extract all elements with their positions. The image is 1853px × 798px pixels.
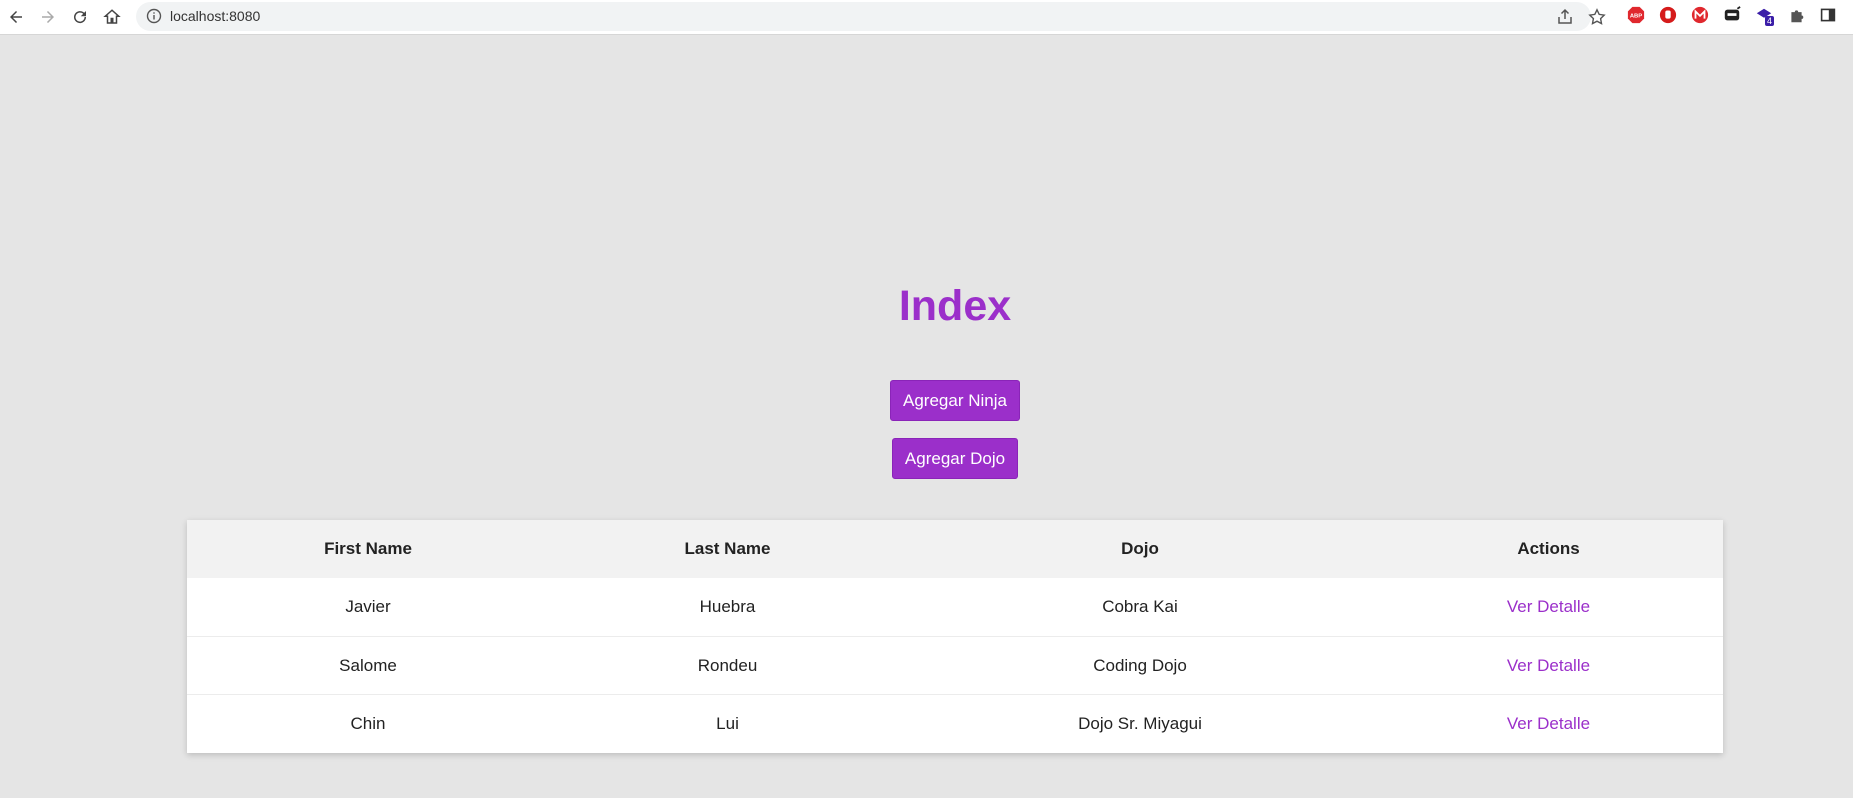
add-ninja-button[interactable]: Agregar Ninja — [890, 380, 1020, 421]
table-header: First Name Last Name Dojo Actions — [187, 520, 1723, 578]
home-icon[interactable] — [100, 5, 124, 29]
ninjas-table: First Name Last Name Dojo Actions Javier… — [187, 520, 1723, 753]
badge-extension-icon[interactable]: 4 — [1754, 5, 1775, 26]
mail-extension-icon[interactable] — [1690, 5, 1710, 25]
first-name-cell: Javier — [345, 597, 391, 616]
table-row: Chin Lui Dojo Sr. Miyagui Ver Detalle — [187, 694, 1723, 752]
column-header-actions: Actions — [1517, 539, 1580, 558]
abp-icon[interactable]: ABP — [1626, 5, 1646, 25]
forward-icon[interactable] — [36, 5, 60, 29]
ninja-extension-icon[interactable] — [1722, 5, 1742, 25]
view-detail-link[interactable]: Ver Detalle — [1507, 656, 1590, 675]
column-header-last-name: Last Name — [684, 539, 771, 558]
last-name-cell: Rondeu — [697, 655, 758, 675]
last-name-cell: Huebra — [699, 597, 756, 616]
page-title: Index — [898, 282, 1012, 330]
dojo-cell: Coding Dojo — [1093, 655, 1187, 675]
table-body: Javier Huebra Cobra Kai Ver Detalle Salo… — [187, 578, 1723, 752]
sidebar-icon[interactable] — [1818, 5, 1838, 25]
dojo-cell: Dojo Sr. Miyagui — [1078, 713, 1202, 733]
bookmark-star-icon[interactable] — [1588, 8, 1606, 26]
extension-badge-count: 4 — [1765, 16, 1775, 26]
stop-extension-icon[interactable] — [1658, 5, 1678, 25]
table-row: Javier Huebra Cobra Kai Ver Detalle — [187, 578, 1723, 636]
svg-text:ABP: ABP — [1630, 14, 1642, 20]
first-name-cell: Salome — [339, 655, 397, 675]
back-icon[interactable] — [4, 5, 28, 29]
column-header-dojo: Dojo — [1121, 539, 1159, 558]
view-detail-link[interactable]: Ver Detalle — [1507, 714, 1590, 733]
share-icon[interactable] — [1556, 8, 1574, 26]
last-name-cell: Lui — [716, 713, 739, 733]
url-text: localhost:8080 — [170, 8, 261, 24]
dojo-cell: Cobra Kai — [1102, 597, 1178, 616]
column-header-first-name: First Name — [324, 539, 412, 558]
add-dojo-button[interactable]: Agregar Dojo — [892, 438, 1018, 479]
address-bar[interactable]: localhost:8080 — [136, 2, 1606, 31]
first-name-cell: Chin — [350, 713, 386, 733]
reload-icon[interactable] — [68, 5, 92, 29]
view-detail-link[interactable]: Ver Detalle — [1507, 597, 1590, 616]
puzzle-icon[interactable] — [1786, 5, 1806, 25]
site-info-icon[interactable] — [146, 8, 162, 24]
table-row: Salome Rondeu Coding Dojo Ver Detalle — [187, 636, 1723, 694]
browser-toolbar: localhost:8080 ABP 4 — [0, 0, 1853, 35]
